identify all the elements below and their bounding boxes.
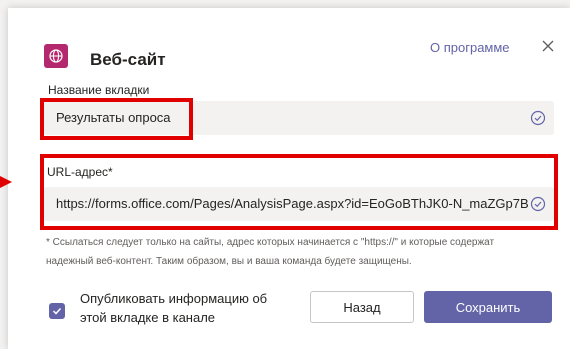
globe-icon xyxy=(44,44,68,68)
url-hint-text: * Ссылаться следует только на сайты, адр… xyxy=(46,233,556,271)
app-title: Веб-сайт xyxy=(90,50,166,69)
tab-name-label: Название вкладки xyxy=(48,83,150,97)
save-button[interactable]: Сохранить xyxy=(424,291,552,323)
back-button[interactable]: Назад xyxy=(310,291,414,323)
highlight-box-tab-name xyxy=(40,98,193,140)
post-to-channel-label[interactable]: Опубликовать информацию об этой вкладке … xyxy=(80,289,290,327)
highlight-box-url xyxy=(40,154,558,230)
hint-line: надежный веб-контент. Таким образом, вы … xyxy=(46,256,412,267)
valid-check-icon xyxy=(530,110,546,126)
post-to-channel-checkbox[interactable] xyxy=(49,303,65,319)
hint-line: * Ссылаться следует только на сайты, адр… xyxy=(46,237,495,248)
about-link[interactable]: О программе xyxy=(430,40,510,55)
checkmark-icon xyxy=(52,307,62,315)
close-icon[interactable] xyxy=(540,38,556,54)
